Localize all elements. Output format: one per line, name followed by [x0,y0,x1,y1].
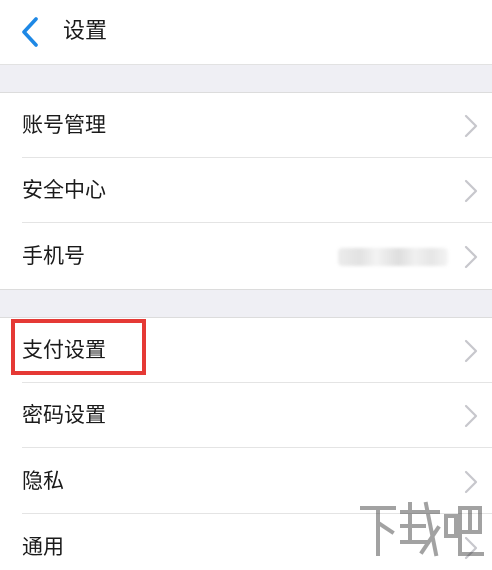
settings-item-password-settings[interactable]: 密码设置 [0,383,492,448]
settings-item-label: 手机号 [22,244,85,268]
chevron-right-icon [464,179,478,203]
settings-item-privacy[interactable]: 隐私 [0,449,492,514]
chevron-right-icon [464,404,478,428]
settings-item-phone-number[interactable]: 手机号 [0,224,492,289]
settings-item-payment-settings[interactable]: 支付设置 [0,318,492,383]
section-separator [0,65,492,93]
chevron-right-icon [464,470,478,494]
settings-item-general[interactable]: 通用 [0,515,492,570]
settings-item-label: 隐私 [22,469,64,493]
page-title: 设置 [63,19,108,44]
chevron-right-icon [464,245,478,269]
nav-bar: 设置 [0,0,492,65]
settings-screen: 设置 账号管理 安全中心 手机号 支付设置 密码设置 隐私 通用 [0,0,492,570]
chevron-left-icon [22,17,38,47]
settings-item-label: 安全中心 [22,178,106,202]
back-button[interactable] [14,14,48,50]
row-divider [22,222,492,223]
settings-item-security-center[interactable]: 安全中心 [0,158,492,223]
row-divider [22,513,492,514]
settings-item-label: 账号管理 [22,113,106,137]
phone-number-value-blurred [338,248,448,266]
section-separator [0,289,492,318]
chevron-right-icon [464,536,478,560]
settings-item-label: 密码设置 [22,403,106,427]
chevron-right-icon [464,114,478,138]
settings-item-account-management[interactable]: 账号管理 [0,93,492,158]
settings-item-label: 支付设置 [22,338,106,362]
row-divider [22,447,492,448]
chevron-right-icon [464,339,478,363]
settings-item-label: 通用 [22,535,64,559]
